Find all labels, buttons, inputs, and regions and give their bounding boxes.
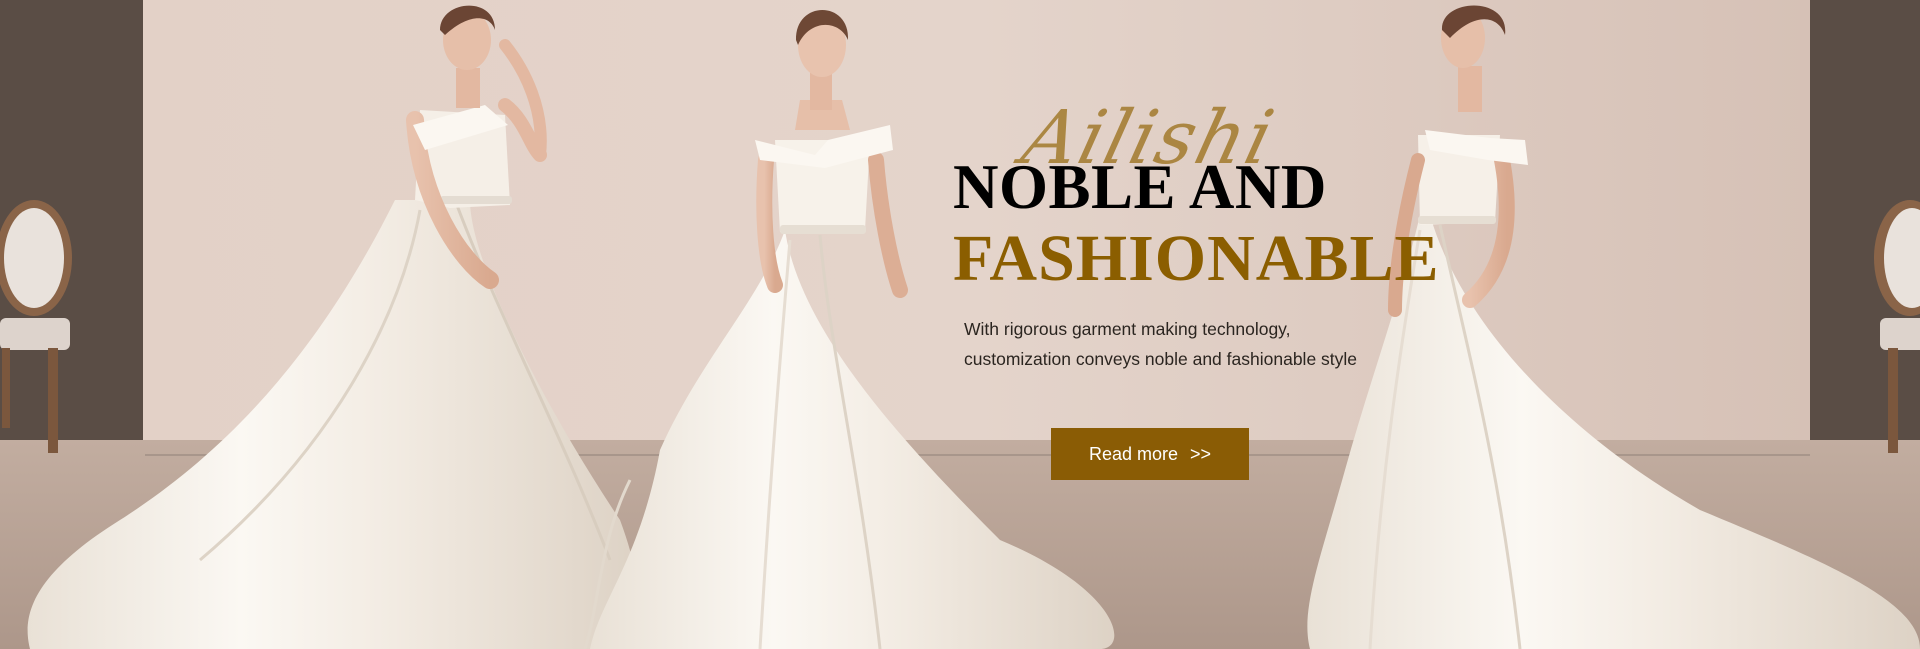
read-more-label: Read more — [1088, 443, 1178, 464]
banner-description: With rigorous garment making technology,… — [964, 314, 1404, 374]
double-chevron-right-icon: >> — [1190, 443, 1212, 464]
read-more-button[interactable]: Read more >> — [1051, 428, 1249, 480]
banner-copy: Ailishi NOBLE AND FASHIONABLE With rigor… — [0, 0, 1920, 649]
headline-line-1: NOBLE AND — [953, 152, 1327, 222]
hero-banner: Ailishi NOBLE AND FASHIONABLE With rigor… — [0, 0, 1920, 649]
description-line-1: With rigorous garment making technology, — [964, 319, 1291, 339]
description-line-2: customization conveys noble and fashiona… — [964, 349, 1358, 369]
headline-line-2: FASHIONABLE — [953, 222, 1440, 295]
